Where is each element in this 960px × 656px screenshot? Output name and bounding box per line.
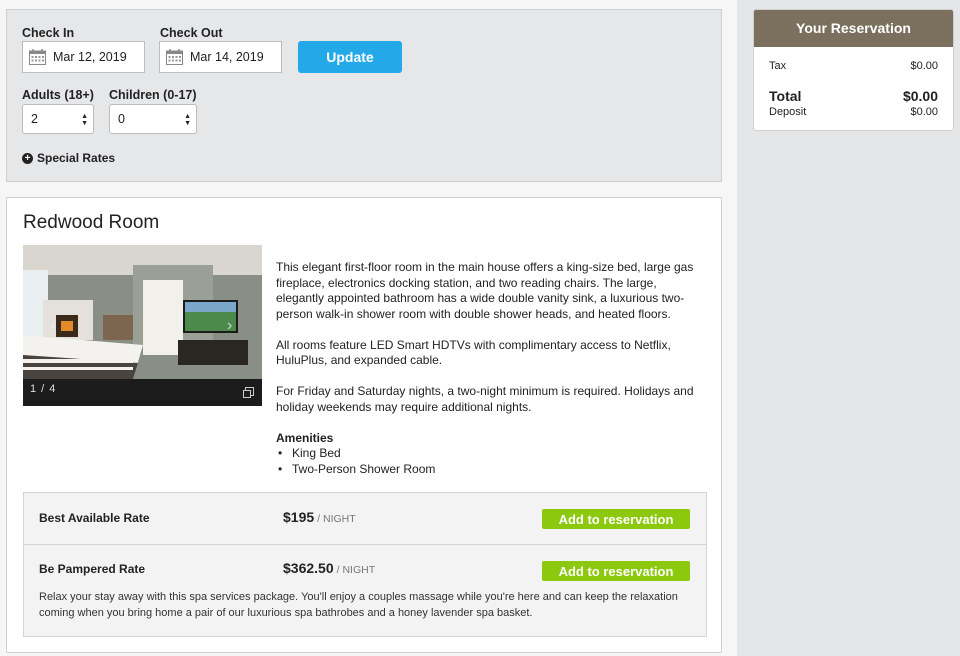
adults-label: Adults (18+) <box>22 88 94 102</box>
amenity-item: King Bed <box>278 446 708 462</box>
calendar-icon <box>166 49 183 65</box>
rate-description: Relax your stay away with this spa servi… <box>39 591 678 619</box>
chevron-right-icon[interactable]: › <box>227 317 232 335</box>
rate-price-value: $362.50 <box>283 560 334 576</box>
rate-name: Best Available Rate <box>39 511 150 525</box>
plus-circle-icon: + <box>22 152 33 164</box>
rate-per-unit: / NIGHT <box>317 513 356 525</box>
room-card: Redwood Room ‹ › 1 / 4 This elegant firs… <box>6 197 722 653</box>
photo-caption-bar: 1 / 4 <box>23 379 262 406</box>
children-select[interactable]: 0 ▲ ▼ <box>109 104 197 134</box>
adults-value: 2 <box>31 112 38 126</box>
rate-name: Be Pampered Rate <box>39 562 146 576</box>
check-out-value: Mar 14, 2019 <box>190 50 264 64</box>
room-photo-gallery[interactable]: ‹ › 1 / 4 <box>23 245 262 406</box>
rate-price-value: $195 <box>283 509 315 525</box>
amenity-item: Two-Person Shower Room <box>278 462 708 478</box>
special-rates-label: Special Rates <box>37 151 116 165</box>
check-out-field[interactable]: Mar 14, 2019 <box>159 41 282 73</box>
rates-table: Best Available Rate $195/ NIGHT Add to r… <box>23 492 707 637</box>
special-rates-toggle[interactable]: + Special Rates <box>22 151 115 165</box>
select-arrows-icon: ▲ ▼ <box>184 113 191 127</box>
add-to-reservation-button[interactable]: Add to reservation <box>542 561 690 581</box>
deposit-value: $0.00 <box>910 106 938 118</box>
description-paragraph: All rooms feature LED Smart HDTVs with c… <box>276 337 671 368</box>
description-paragraph: This elegant first-floor room in the mai… <box>276 260 694 321</box>
deposit-line: Deposit $0.00 <box>769 106 938 118</box>
chevron-left-icon[interactable]: ‹ <box>51 317 56 335</box>
rate-row: Best Available Rate $195/ NIGHT Add to r… <box>24 493 706 545</box>
deposit-label: Deposit <box>769 106 807 118</box>
tax-label: Tax <box>769 60 787 72</box>
room-photo <box>23 245 262 379</box>
description-paragraph: For Friday and Saturday nights, a two-ni… <box>276 384 694 414</box>
search-panel: Check In Mar 12, 2019 Check Out Mar 14, <box>6 9 722 182</box>
total-line: Total $0.00 <box>769 88 938 104</box>
rate-price: $362.50/ NIGHT <box>283 560 375 576</box>
add-to-reservation-button[interactable]: Add to reservation <box>542 509 690 529</box>
room-title: Redwood Room <box>23 212 160 233</box>
children-label: Children (0-17) <box>109 88 197 102</box>
check-in-value: Mar 12, 2019 <box>53 50 127 64</box>
update-button[interactable]: Update <box>298 41 402 73</box>
adults-select[interactable]: 2 ▲ ▼ <box>22 104 94 134</box>
check-out-label: Check Out <box>160 26 223 40</box>
select-arrows-icon: ▲ ▼ <box>81 113 88 127</box>
check-in-field[interactable]: Mar 12, 2019 <box>22 41 145 73</box>
rate-per-unit: / NIGHT <box>336 564 376 576</box>
room-description: This elegant first-floor room in the mai… <box>276 260 708 477</box>
amenities-list: King Bed Two-Person Shower Room <box>276 446 708 477</box>
children-value: 0 <box>118 112 125 126</box>
photo-counter: 1 / 4 <box>30 383 57 395</box>
reservation-summary: Your Reservation Tax $0.00 Total $0.00 D… <box>753 9 954 131</box>
rate-price: $195/ NIGHT <box>283 509 356 525</box>
tax-line: Tax $0.00 <box>769 60 938 72</box>
total-value: $0.00 <box>902 88 938 104</box>
expand-icon[interactable] <box>243 387 254 398</box>
amenities-title: Amenities <box>276 430 334 445</box>
total-label: Total <box>769 88 802 104</box>
check-in-label: Check In <box>22 26 75 40</box>
rate-row: Be Pampered Rate $362.50/ NIGHT Add to r… <box>24 546 706 638</box>
reservation-title: Your Reservation <box>754 10 953 47</box>
tax-value: $0.00 <box>910 60 938 72</box>
calendar-icon <box>29 49 46 65</box>
